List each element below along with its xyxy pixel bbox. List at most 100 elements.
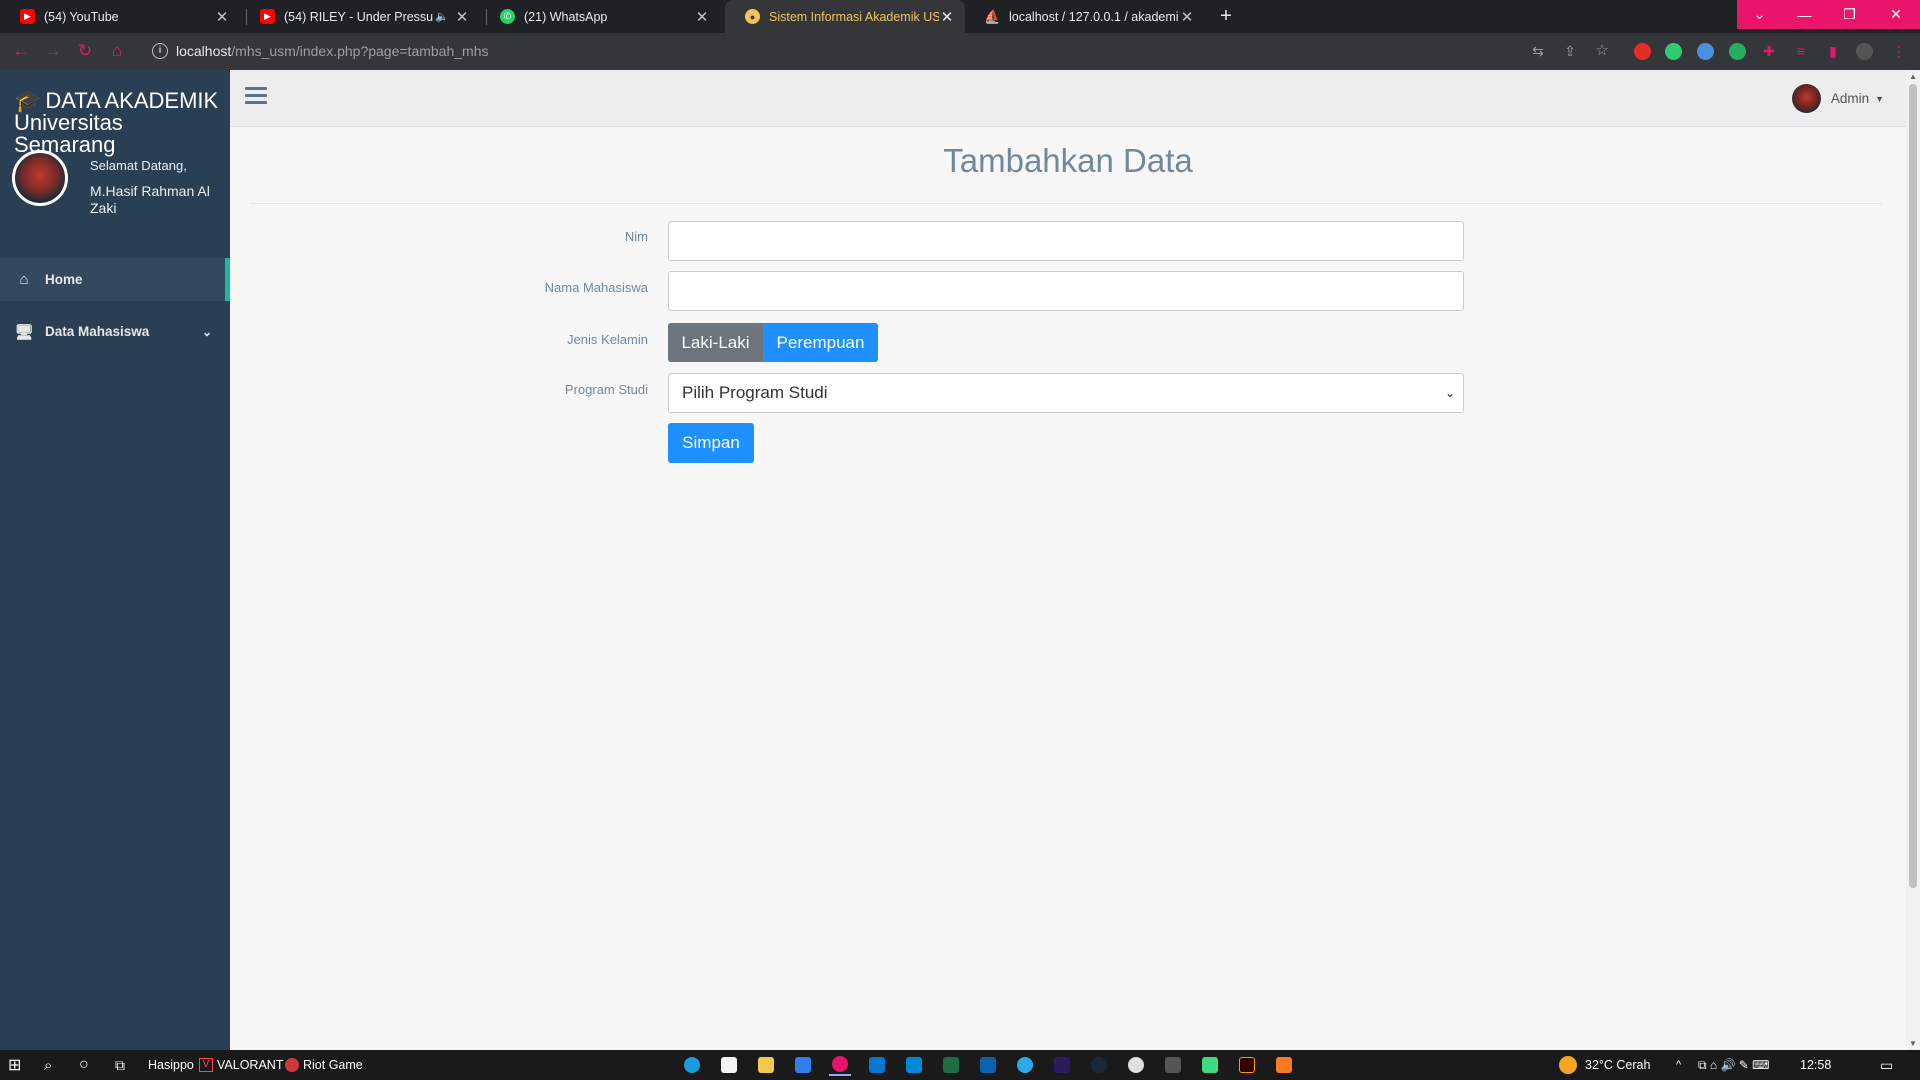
- bookmark-star-icon[interactable]: ☆: [1591, 40, 1613, 62]
- site-info-icon[interactable]: i: [152, 43, 168, 59]
- extension-adblock-icon[interactable]: [1634, 43, 1651, 60]
- extension-green-icon[interactable]: [1665, 43, 1682, 60]
- after-effects-icon[interactable]: [1051, 1054, 1073, 1076]
- new-tab-button[interactable]: +: [1215, 4, 1237, 28]
- tab-sistem-informasi[interactable]: ● Sistem Informasi Akademik USM ✕: [725, 0, 965, 33]
- forward-icon[interactable]: →: [42, 40, 64, 62]
- minimize-button[interactable]: —: [1782, 0, 1827, 29]
- extension-plus-icon[interactable]: [1729, 43, 1746, 60]
- sidebar-item-home[interactable]: ⌂ Home: [0, 258, 230, 301]
- avatar: [1791, 84, 1821, 113]
- close-icon[interactable]: ✕: [1179, 8, 1195, 26]
- tab-phpmyadmin[interactable]: ⛵ localhost / 127.0.0.1 / akademik / ✕: [965, 0, 1205, 33]
- show-hidden-icons-chevron-icon[interactable]: ^: [1676, 1055, 1681, 1075]
- mail-icon[interactable]: [792, 1054, 814, 1076]
- calculator-icon[interactable]: [1162, 1054, 1184, 1076]
- hamburger-menu-icon[interactable]: [245, 87, 267, 107]
- sidebar: 🎓 DATA AKADEMIK Universitas Semarang Sela…: [0, 70, 230, 1050]
- steam-icon[interactable]: [1088, 1054, 1110, 1076]
- extensions-puzzle-icon[interactable]: ✚: [1758, 40, 1780, 62]
- tab-whatsapp[interactable]: ✆ (21) WhatsApp ✕: [480, 0, 720, 33]
- simpan-button[interactable]: Simpan: [668, 423, 754, 463]
- taskbar-valorant[interactable]: V VALORANT: [199, 1055, 283, 1075]
- vscode-icon[interactable]: [866, 1054, 888, 1076]
- nim-input[interactable]: [668, 221, 1464, 261]
- restore-button[interactable]: ❐: [1827, 0, 1872, 29]
- close-icon[interactable]: ✕: [454, 8, 470, 26]
- close-window-button[interactable]: ✕: [1872, 0, 1920, 29]
- taskbar-hasippo[interactable]: Hasippo: [148, 1055, 194, 1075]
- scroll-down-icon[interactable]: ▼: [1909, 1039, 1917, 1048]
- address-bar[interactable]: i localhost/mhs_usm/index.php?page=tamba…: [140, 35, 1600, 67]
- tab-youtube[interactable]: ▶ (54) YouTube ✕: [0, 0, 240, 33]
- outlook-icon[interactable]: [977, 1054, 999, 1076]
- close-icon[interactable]: ✕: [694, 8, 710, 26]
- laki-laki-button[interactable]: Laki-Laki: [668, 323, 763, 362]
- file-explorer-icon[interactable]: [755, 1054, 777, 1076]
- gender-button-group: Laki-Laki Perempuan: [668, 323, 878, 362]
- azure-icon[interactable]: [903, 1054, 925, 1076]
- brand-subtitle: Universitas Semarang: [14, 110, 123, 157]
- tab-search-dropdown-icon[interactable]: ⌄: [1737, 0, 1782, 29]
- reading-list-icon[interactable]: ≡: [1790, 40, 1812, 62]
- side-panel-icon[interactable]: ▮: [1822, 40, 1844, 62]
- browser-toolbar: ← → ↻ ⌂ i localhost/mhs_usm/index.php?pa…: [0, 33, 1920, 70]
- vertical-scrollbar[interactable]: ▲ ▼: [1906, 70, 1920, 1050]
- tab-title: localhost / 127.0.0.1 / akademik /: [1009, 9, 1179, 24]
- url-text: localhost/mhs_usm/index.php?page=tambah_…: [176, 43, 488, 59]
- nama-mahasiswa-input[interactable]: [668, 271, 1464, 311]
- close-icon[interactable]: ✕: [214, 8, 230, 26]
- clock[interactable]: 12:58: [1800, 1055, 1831, 1075]
- phpmyadmin-icon: ⛵: [984, 8, 1001, 24]
- chrome-icon[interactable]: [829, 1054, 851, 1076]
- user-dropdown[interactable]: Admin ▼: [1791, 84, 1884, 113]
- top-navbar: Admin ▼: [230, 70, 1906, 127]
- reload-icon[interactable]: ↻: [74, 40, 96, 62]
- windows-start-icon[interactable]: ⊞: [8, 1055, 21, 1075]
- cortana-icon[interactable]: ○: [79, 1055, 89, 1075]
- divider: [250, 203, 1882, 204]
- scrollbar-thumb[interactable]: [1909, 84, 1917, 888]
- tab-title: (21) WhatsApp: [524, 9, 608, 24]
- home-icon[interactable]: ⌂: [106, 40, 128, 62]
- browser-window: ▶ (54) YouTube ✕ ▶ (54) RILEY - Under Pr…: [0, 0, 1920, 1080]
- chevron-down-icon: ⌄: [201, 324, 212, 339]
- tab-title: (54) RILEY - Under Pressure (: [284, 9, 434, 24]
- weather-widget[interactable]: 32°C Cerah: [1559, 1055, 1650, 1075]
- nim-label: Nim: [624, 229, 648, 244]
- telegram-icon[interactable]: [1014, 1054, 1036, 1076]
- store-icon[interactable]: [718, 1054, 740, 1076]
- edge-icon[interactable]: [681, 1054, 703, 1076]
- android-studio-icon[interactable]: [1199, 1054, 1221, 1076]
- translate-icon[interactable]: ⇆: [1527, 40, 1549, 62]
- extension-search-icon[interactable]: [1697, 43, 1714, 60]
- notification-icon[interactable]: ▭: [1880, 1055, 1893, 1075]
- desktop-icon: 🖥: [14, 323, 34, 341]
- tab-riley[interactable]: ▶ (54) RILEY - Under Pressure ( 🔈 ✕: [240, 0, 480, 33]
- task-view-icon[interactable]: ⧉: [115, 1055, 125, 1075]
- speaker-icon[interactable]: 🔈: [434, 10, 450, 23]
- menu-kebab-icon[interactable]: ⋮: [1888, 40, 1910, 62]
- program-studi-select[interactable]: Pilih Program Studi ⌄: [668, 373, 1464, 413]
- scroll-up-icon[interactable]: ▲: [1909, 72, 1917, 81]
- sidebar-item-data-mahasiswa[interactable]: 🖥 Data Mahasiswa ⌄: [0, 310, 230, 353]
- weather-text: 32°C Cerah: [1585, 1058, 1651, 1072]
- perempuan-button[interactable]: Perempuan: [763, 323, 878, 362]
- search-icon[interactable]: ⌕: [44, 1055, 52, 1075]
- obs-icon[interactable]: [1125, 1054, 1147, 1076]
- excel-icon[interactable]: [940, 1054, 962, 1076]
- profile-avatar-icon[interactable]: [1856, 43, 1873, 60]
- close-icon[interactable]: ✕: [939, 8, 955, 26]
- tray-icons[interactable]: ⧉ ⌂ 🔊 ✎ ⌨: [1698, 1055, 1769, 1075]
- xampp-icon[interactable]: [1273, 1054, 1295, 1076]
- riot-icon: [285, 1058, 299, 1072]
- youtube-icon: ▶: [260, 9, 275, 24]
- brand[interactable]: 🎓 DATA AKADEMIK Universitas Semarang: [14, 90, 230, 156]
- illustrator-icon[interactable]: [1236, 1054, 1258, 1076]
- program-studi-selected: Pilih Program Studi: [682, 383, 828, 402]
- welcome-text: Selamat Datang,: [90, 158, 187, 173]
- taskbar-riot-game[interactable]: Riot Game: [285, 1055, 363, 1075]
- chevron-down-icon: ⌄: [1444, 386, 1455, 400]
- share-icon[interactable]: ⇪: [1559, 40, 1581, 62]
- back-icon[interactable]: ←: [10, 40, 32, 62]
